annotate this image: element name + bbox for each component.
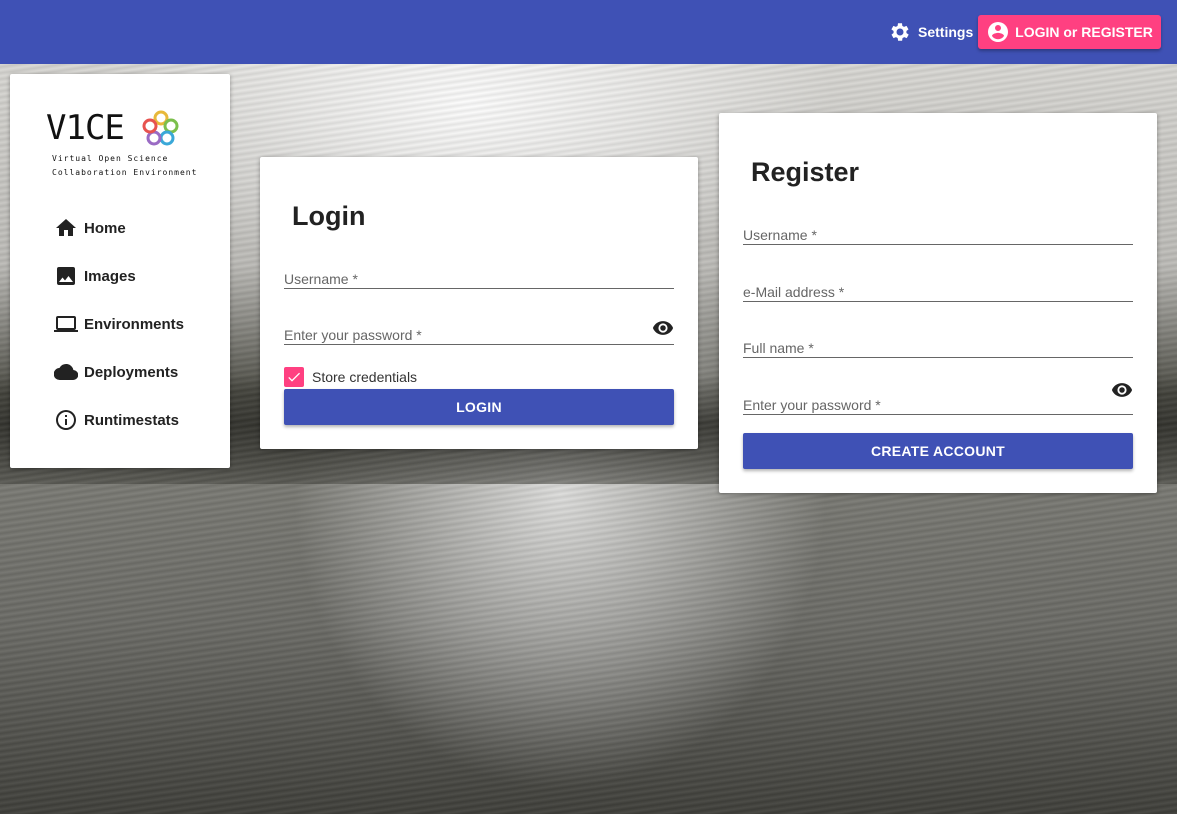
register-email-input[interactable] [743, 276, 1133, 301]
sidebar-item-home[interactable]: Home [54, 214, 126, 242]
register-email-field[interactable] [743, 276, 1133, 302]
register-title: Register [751, 157, 860, 187]
login-or-register-button[interactable]: LOGIN or REGISTER [978, 15, 1161, 49]
sidebar: V1CE Virtual Open Science Collaboration … [10, 74, 230, 468]
register-card: Register CREATE ACCOUNT [719, 113, 1157, 493]
laptop-icon [54, 316, 78, 332]
sidebar-item-label: Runtimestats [84, 411, 180, 429]
login-or-register-label: LOGIN or REGISTER [1015, 24, 1153, 40]
vice-logo: V1CE Virtual Open Science Collaboration … [46, 108, 198, 180]
register-username-field[interactable] [743, 219, 1133, 245]
sidebar-item-label: Home [84, 219, 126, 237]
top-app-bar: Settings LOGIN or REGISTER [0, 0, 1177, 64]
login-username-field[interactable] [284, 263, 674, 289]
visibility-toggle-icon[interactable] [652, 317, 674, 339]
login-title: Login [292, 201, 366, 231]
sidebar-item-environments[interactable]: Environments [54, 310, 184, 338]
sidebar-item-images[interactable]: Images [54, 262, 136, 290]
store-credentials-label: Store credentials [312, 369, 418, 385]
home-icon [56, 219, 76, 236]
login-password-input[interactable] [284, 319, 644, 344]
image-icon [57, 267, 75, 285]
login-username-input[interactable] [284, 263, 674, 288]
sidebar-item-label: Environments [84, 315, 185, 333]
account-circle-icon [988, 22, 1009, 42]
info-icon [56, 410, 76, 430]
sidebar-item-deployments[interactable]: Deployments [54, 358, 178, 386]
checkmark-icon [288, 372, 300, 382]
logo-title: V1CE [46, 108, 125, 148]
settings-button[interactable]: Settings [880, 16, 981, 48]
register-username-input[interactable] [743, 219, 1133, 244]
register-password-field[interactable] [743, 383, 1133, 415]
register-fullname-field[interactable] [743, 332, 1133, 358]
sidebar-item-runtimestats[interactable]: Runtimestats [54, 406, 179, 434]
login-card: Login Store credentials LOGIN [260, 157, 698, 449]
logo-rings-icon [142, 110, 179, 146]
sidebar-item-label: Deployments [84, 363, 179, 381]
login-button[interactable]: LOGIN [284, 389, 674, 425]
visibility-toggle-icon[interactable] [1111, 379, 1133, 401]
gear-icon [891, 23, 909, 41]
settings-label: Settings [918, 24, 974, 40]
logo-subtitle-line2: Collaboration Environment [52, 168, 198, 177]
logo-subtitle-line1: Virtual Open Science [52, 154, 169, 163]
register-password-input[interactable] [743, 389, 1103, 414]
login-password-field[interactable] [284, 319, 674, 345]
cloud-icon [54, 363, 78, 381]
register-fullname-input[interactable] [743, 332, 1133, 357]
sidebar-item-label: Images [84, 267, 136, 285]
store-credentials-checkbox[interactable] [284, 367, 304, 387]
create-account-button[interactable]: CREATE ACCOUNT [743, 433, 1133, 469]
